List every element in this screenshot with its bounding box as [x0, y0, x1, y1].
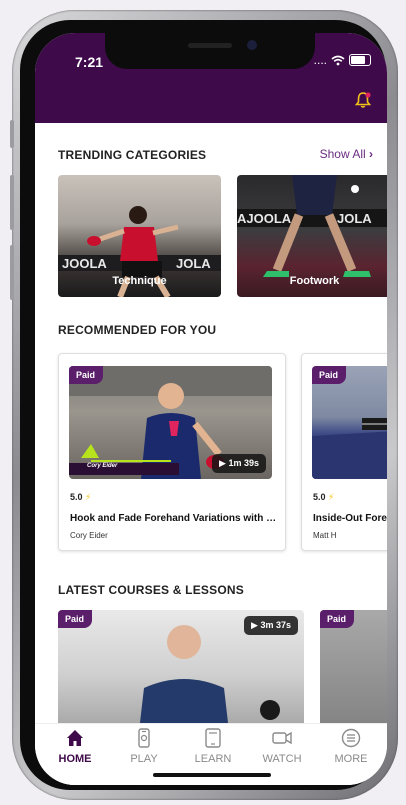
- tab-learn[interactable]: LEARN: [183, 728, 243, 765]
- video-caption: Cory Eider: [87, 463, 118, 469]
- play-icon: ▶: [251, 620, 258, 630]
- bottom-tab-bar: HOME PLAY LEARN WATCH MORE: [35, 723, 387, 785]
- rating: 5.0 ⚡: [313, 492, 334, 503]
- notch: [105, 33, 315, 69]
- lesson-card[interactable]: Paid Cory Eider ▶ 1m 39s 5.0 ⚡ Hook and …: [58, 353, 286, 551]
- latest-title: LATEST COURSES & LESSONS: [58, 583, 244, 597]
- rating-value: 5.0: [70, 492, 83, 502]
- menu-icon: [341, 728, 361, 748]
- recommended-title: RECOMMENDED FOR YOU: [58, 323, 217, 337]
- show-all-link[interactable]: Show All ›: [320, 147, 373, 161]
- app-screen: 7:21 .... TRENDING CATEGORIES Show All ›: [35, 33, 387, 785]
- svg-text:AJOOLA: AJOOLA: [237, 211, 292, 226]
- duration-badge: ▶ 1m 39s: [212, 454, 266, 473]
- front-camera: [247, 40, 257, 50]
- tablet-icon: [205, 728, 221, 748]
- tab-label: PLAY: [130, 753, 158, 765]
- trending-title: TRENDING CATEGORIES: [58, 148, 207, 162]
- lesson-thumbnail: Paid: [312, 366, 387, 479]
- tab-play[interactable]: PLAY: [114, 728, 174, 765]
- play-icon: ▶: [219, 458, 226, 468]
- tab-label: MORE: [334, 753, 368, 765]
- wifi-icon: [331, 55, 345, 65]
- lightning-icon: ⚡: [85, 492, 92, 502]
- rating: 5.0 ⚡: [70, 492, 91, 503]
- paid-badge: Paid: [58, 610, 93, 628]
- paid-badge: Paid: [69, 366, 104, 384]
- mute-switch: [10, 120, 14, 148]
- video-icon: [272, 731, 292, 745]
- duration-badge: ▶ 3m 37s: [244, 616, 298, 635]
- bell-icon[interactable]: [354, 91, 372, 114]
- course-card[interactable]: Paid: [320, 610, 387, 723]
- lesson-title: Hook and Fade Forehand Variations with C…: [70, 513, 280, 524]
- chevron-right-icon: ›: [369, 147, 373, 161]
- status-icons: ....: [314, 53, 371, 67]
- category-card-technique[interactable]: JOOLA JOLA Technique: [58, 175, 221, 297]
- show-all-label: Show All: [319, 147, 366, 161]
- duration-label: 1m 39s: [228, 458, 259, 468]
- home-icon: [67, 730, 83, 746]
- app-header: 7:21 ....: [35, 33, 387, 123]
- tab-watch[interactable]: WATCH: [252, 728, 312, 765]
- home-content: TRENDING CATEGORIES Show All › JOOLA JOL…: [35, 123, 387, 723]
- duration-label: 3m 37s: [260, 620, 291, 630]
- lesson-title: Inside-Out Foreh: [313, 513, 387, 524]
- tab-label: WATCH: [262, 753, 302, 765]
- svg-text:JOOLA: JOOLA: [62, 256, 107, 271]
- battery-icon: [349, 54, 371, 66]
- rating-value: 5.0: [313, 492, 326, 502]
- volume-up-button: [10, 175, 14, 230]
- lesson-author: Matt H: [313, 531, 337, 540]
- tab-label: HOME: [58, 753, 92, 765]
- tab-home[interactable]: HOME: [45, 728, 105, 765]
- tab-more[interactable]: MORE: [321, 728, 381, 765]
- signal-icon: ....: [313, 53, 327, 67]
- svg-text:JOLA: JOLA: [337, 211, 372, 226]
- paid-badge: Paid: [312, 366, 347, 384]
- phone-icon: [138, 728, 150, 748]
- paid-badge: Paid: [320, 610, 355, 628]
- category-label: Footwork: [289, 275, 340, 287]
- home-indicator: [153, 773, 271, 777]
- status-time: 7:21: [75, 54, 104, 70]
- tab-label: LEARN: [194, 753, 232, 765]
- lesson-card[interactable]: Paid 5.0 ⚡ Inside-Out Foreh Matt H: [301, 353, 387, 551]
- lesson-author: Cory Eider: [70, 531, 108, 540]
- lightning-icon: ⚡: [328, 492, 335, 502]
- course-card[interactable]: Paid ▶ 3m 37s: [58, 610, 304, 723]
- category-card-footwork[interactable]: AJOOLA JOLA Footwork: [237, 175, 387, 297]
- svg-text:JOLA: JOLA: [176, 256, 211, 271]
- speaker: [188, 43, 232, 48]
- volume-down-button: [10, 245, 14, 300]
- category-label: Technique: [112, 275, 167, 287]
- lesson-thumbnail: Paid Cory Eider ▶ 1m 39s: [69, 366, 272, 479]
